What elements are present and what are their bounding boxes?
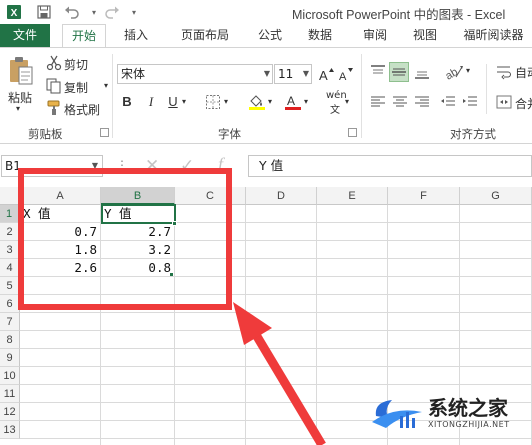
watermark-logo-icon — [370, 394, 426, 435]
watermark-brand: 系统之家 — [428, 396, 508, 420]
watermark-url: XITONGZHIJIA.NET — [428, 420, 510, 429]
annotation-arrow — [233, 302, 326, 445]
watermark: 系统之家 XITONGZHIJIA.NET — [370, 388, 530, 438]
